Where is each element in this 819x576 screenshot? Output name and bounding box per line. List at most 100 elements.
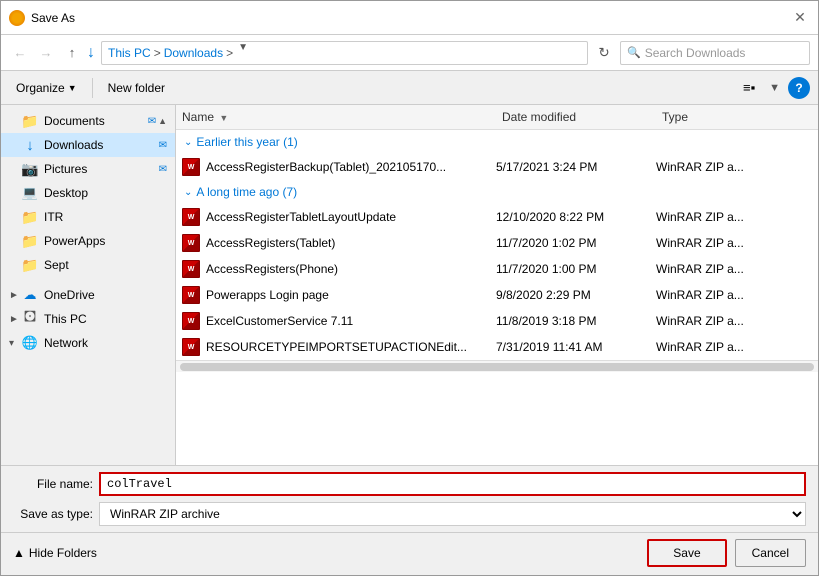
thispc-expand: ► — [9, 314, 21, 325]
column-name[interactable]: Name ▼ — [176, 108, 496, 126]
search-box[interactable]: 🔍 Search Downloads — [620, 41, 810, 65]
savetype-label: Save as type: — [13, 507, 93, 521]
file-date-0-0: 5/17/2021 3:24 PM — [496, 160, 656, 174]
winrar-icon: W — [182, 260, 200, 278]
hide-folders-button[interactable]: ▲ Hide Folders — [13, 546, 97, 560]
sidebar-item-desktop[interactable]: 💻 Desktop — [1, 181, 175, 205]
file-type-1-4: WinRAR ZIP a... — [656, 314, 744, 328]
main-content: 📁 Documents ✉ ▲ ↓ Downloads ✉ 📷 Pictures… — [1, 105, 818, 465]
file-item[interactable]: W Powerapps Login page 9/8/2020 2:29 PM … — [176, 282, 818, 308]
file-type-1-1: WinRAR ZIP a... — [656, 236, 744, 250]
group-earlier-this-year[interactable]: ⌄ Earlier this year (1) — [176, 130, 818, 154]
help-label: ? — [795, 81, 802, 95]
savetype-row: Save as type: WinRAR ZIP archive — [1, 502, 818, 532]
documents-icon: 📁 — [21, 112, 39, 130]
sidebar-item-pictures[interactable]: 📷 Pictures ✉ — [1, 157, 175, 181]
save-label: Save — [673, 546, 700, 560]
group-label2: A long time ago (7) — [196, 185, 297, 199]
file-item[interactable]: W ExcelCustomerService 7.11 11/8/2019 3:… — [176, 308, 818, 334]
file-list-area: Name ▼ Date modified Type ⌄ Earlier this… — [176, 105, 818, 465]
file-type-1-3: WinRAR ZIP a... — [656, 288, 744, 302]
breadcrumb-sep1: > — [154, 46, 161, 60]
file-icon-1-2: W — [176, 259, 206, 279]
sidebar-item-label: Downloads — [44, 138, 103, 152]
network-icon: 🌐 — [21, 334, 39, 352]
help-button[interactable]: ? — [788, 77, 810, 99]
sidebar-item-label: Pictures — [44, 162, 87, 176]
file-type-1-0: WinRAR ZIP a... — [656, 210, 744, 224]
save-button[interactable]: Save — [647, 539, 726, 567]
breadcrumb-downloads[interactable]: Downloads — [164, 46, 223, 60]
address-bar: ← → ↑ ↓ This PC > Downloads > ▼ ↻ 🔍 Sear… — [1, 35, 818, 71]
pin-icon: ✉ — [159, 140, 167, 151]
winrar-icon: W — [182, 234, 200, 252]
view-button[interactable]: ≡▪ — [737, 76, 761, 100]
sidebar-item-label: This PC — [44, 312, 87, 326]
toolbar: Organize ▼ New folder ≡▪ ▼ ? — [1, 71, 818, 105]
file-list-header: Name ▼ Date modified Type — [176, 105, 818, 130]
column-type[interactable]: Type — [656, 108, 796, 126]
savetype-select[interactable]: WinRAR ZIP archive — [99, 502, 806, 526]
file-icon-1-3: W — [176, 285, 206, 305]
h-scrollbar-track[interactable] — [180, 363, 814, 371]
sidebar-item-thispc[interactable]: ► 🖸 This PC — [1, 307, 175, 331]
file-name-1-5: RESOURCETYPEIMPORTSETUPACTIONEdit... — [206, 340, 496, 354]
refresh-button[interactable]: ↻ — [592, 41, 616, 65]
file-type-0-0: WinRAR ZIP a... — [656, 160, 744, 174]
file-item[interactable]: W AccessRegisterBackup(Tablet)_202105170… — [176, 154, 818, 180]
file-name-1-0: AccessRegisterTabletLayoutUpdate — [206, 210, 496, 224]
sidebar-item-network[interactable]: ▾ 🌐 Network — [1, 331, 175, 355]
breadcrumb[interactable]: This PC > Downloads > ▼ — [101, 41, 588, 65]
column-date[interactable]: Date modified — [496, 108, 656, 126]
cancel-button[interactable]: Cancel — [735, 539, 806, 567]
close-button[interactable]: ✕ — [790, 8, 810, 28]
thispc-icon: 🖸 — [21, 310, 39, 328]
back-button[interactable]: ← — [9, 42, 31, 64]
pin-icon: ✉ — [159, 164, 167, 175]
horizontal-scrollbar[interactable] — [176, 360, 818, 372]
organize-button[interactable]: Organize ▼ — [9, 78, 84, 98]
sidebar-item-label: OneDrive — [44, 288, 95, 302]
sidebar-item-sept[interactable]: 📁 Sept — [1, 253, 175, 277]
file-date-1-1: 11/7/2020 1:02 PM — [496, 236, 656, 250]
onedrive-expand: ► — [9, 290, 21, 301]
sept-icon: 📁 — [21, 256, 39, 274]
sidebar-item-label: PowerApps — [44, 234, 105, 248]
cancel-label: Cancel — [752, 546, 789, 560]
sidebar-item-onedrive[interactable]: ► ☁ OneDrive — [1, 283, 175, 307]
forward-button[interactable]: → — [35, 42, 57, 64]
bottom-panel: File name: Save as type: WinRAR ZIP arch… — [1, 465, 818, 575]
sort-arrow: ▼ — [219, 113, 228, 123]
breadcrumb-thispc[interactable]: This PC — [108, 46, 151, 60]
winrar-icon: W — [182, 286, 200, 304]
sidebar-item-powerapps[interactable]: 📁 PowerApps — [1, 229, 175, 253]
file-name-0-0: AccessRegisterBackup(Tablet)_202105170..… — [206, 160, 496, 174]
title-bar: Save As ✕ — [1, 1, 818, 35]
sidebar-item-label: Network — [44, 336, 88, 350]
view-dropdown-arrow[interactable]: ▼ — [769, 82, 780, 94]
sidebar: 📁 Documents ✉ ▲ ↓ Downloads ✉ 📷 Pictures… — [1, 105, 176, 465]
file-item[interactable]: W AccessRegisterTabletLayoutUpdate 12/10… — [176, 204, 818, 230]
group-label: Earlier this year (1) — [196, 135, 297, 149]
file-item[interactable]: W AccessRegisters(Phone) 11/7/2020 1:00 … — [176, 256, 818, 282]
powerapps-icon: 📁 — [21, 232, 39, 250]
file-item[interactable]: W AccessRegisters(Tablet) 11/7/2020 1:02… — [176, 230, 818, 256]
new-folder-label: New folder — [108, 81, 165, 95]
sidebar-item-documents[interactable]: 📁 Documents ✉ ▲ — [1, 109, 175, 133]
file-date-1-5: 7/31/2019 11:41 AM — [496, 340, 656, 354]
sidebar-item-label: Sept — [44, 258, 69, 272]
breadcrumb-dropdown[interactable]: ▼ — [238, 42, 258, 64]
breadcrumb-sep2: > — [226, 46, 233, 60]
organize-label: Organize — [16, 81, 65, 95]
sidebar-item-downloads[interactable]: ↓ Downloads ✉ — [1, 133, 175, 157]
sidebar-item-itr[interactable]: 📁 ITR — [1, 205, 175, 229]
sidebar-item-label: Documents — [44, 114, 105, 128]
file-type-1-2: WinRAR ZIP a... — [656, 262, 744, 276]
group-chevron2: ⌄ — [184, 187, 192, 198]
file-item[interactable]: W RESOURCETYPEIMPORTSETUPACTIONEdit... 7… — [176, 334, 818, 360]
filename-input[interactable] — [99, 472, 806, 496]
group-long-time-ago[interactable]: ⌄ A long time ago (7) — [176, 180, 818, 204]
location-icon: ↓ — [87, 44, 95, 62]
new-folder-button[interactable]: New folder — [101, 78, 172, 98]
up-button[interactable]: ↑ — [61, 42, 83, 64]
